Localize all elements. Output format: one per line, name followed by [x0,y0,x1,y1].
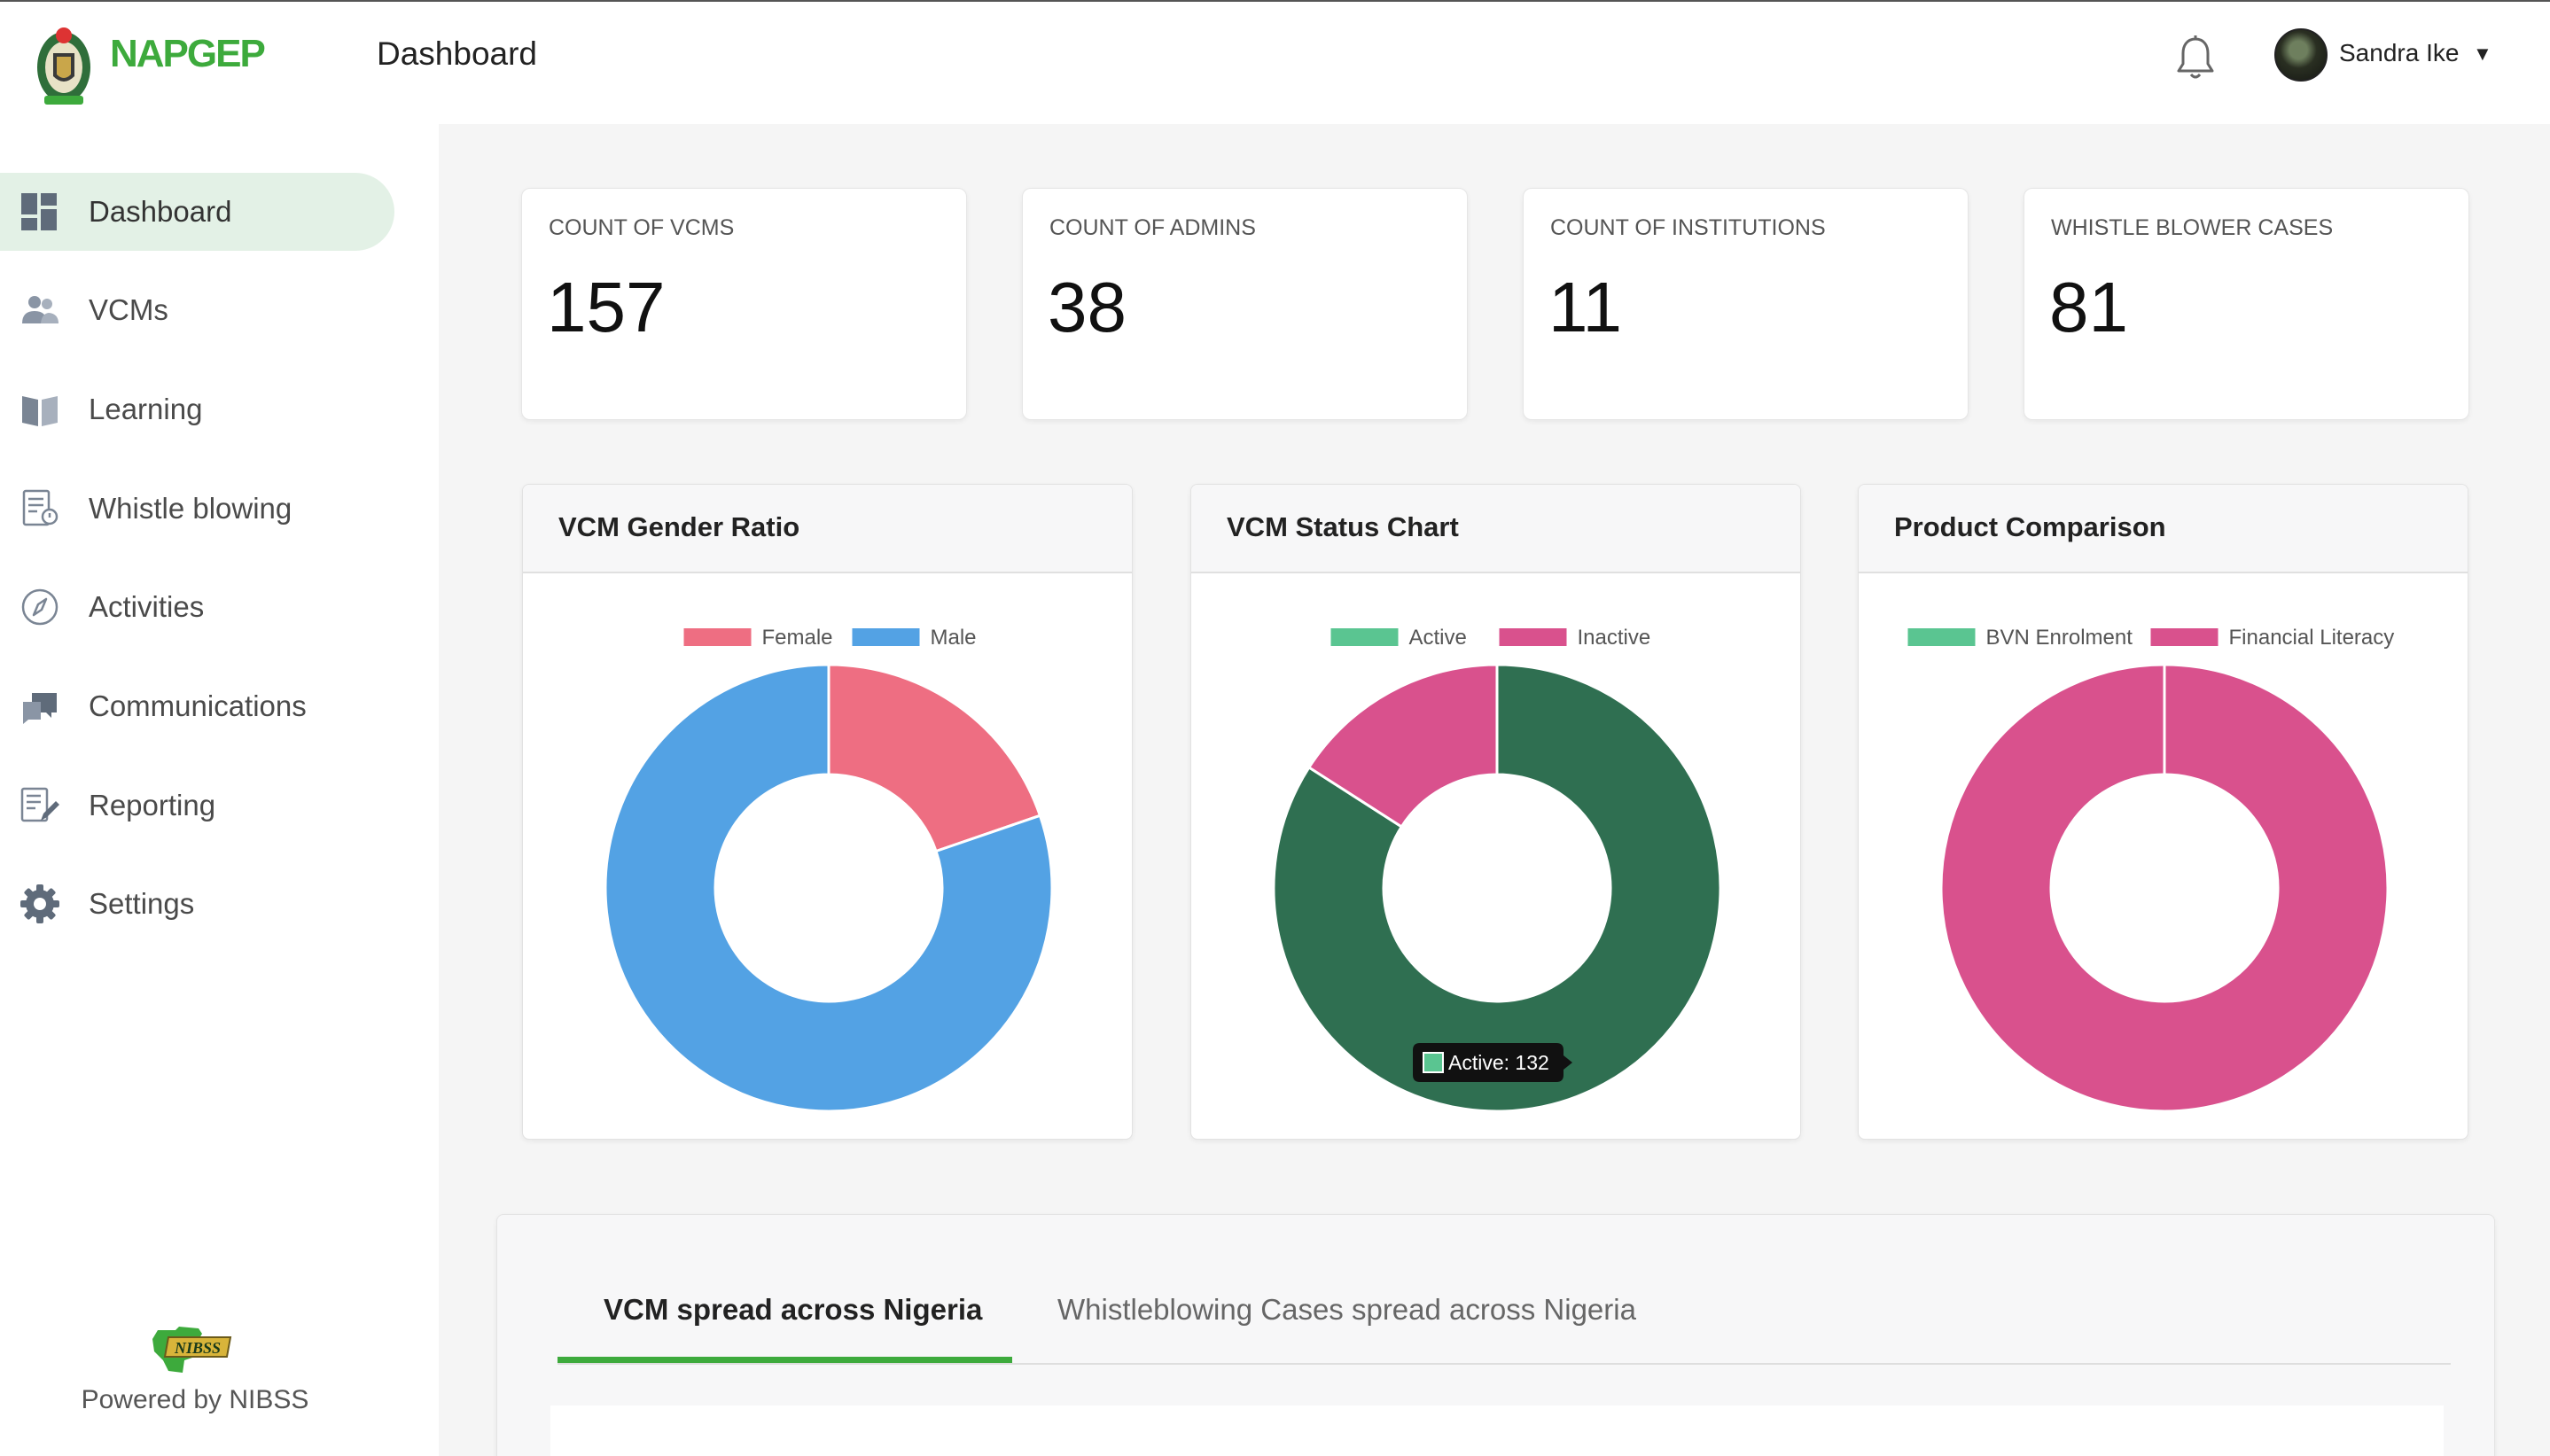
map-tabs-panel: VCM spread across Nigeria Whistleblowing… [496,1214,2495,1456]
sidebar-item-label: Settings [89,887,195,920]
stat-value: 157 [547,268,666,346]
legend-item-inactive[interactable]: Inactive [1499,626,1651,650]
sidebar-item-vcms[interactable]: VCMs [0,271,394,349]
notification-bell-icon[interactable] [2174,34,2217,82]
sidebar-item-learning[interactable]: Learning [0,370,394,448]
legend-swatch [1499,628,1567,646]
chart-header: Product Comparison [1859,485,2468,573]
active-tab-indicator [558,1357,1012,1363]
nibss-logo: NIBSS [152,1327,232,1373]
gear-icon [20,884,59,923]
legend-swatch [1907,628,1976,646]
stat-card-institutions: COUNT OF INSTITUTIONS 11 [1523,188,1969,420]
chart-title: VCM Status Chart [1227,511,1459,542]
slice-female[interactable] [827,663,1042,853]
stat-label: COUNT OF INSTITUTIONS [1550,215,1826,240]
stat-label: WHISTLE BLOWER CASES [2051,215,2334,240]
product-comparison-doughnut-chart[interactable]: BVN Enrolment Financial Literacy [1859,573,2468,1140]
sidebar-item-label: Dashboard [89,195,232,228]
report-document-icon [22,489,58,526]
stat-card-vcms: COUNT OF VCMS 157 [521,188,967,420]
gender-ratio-doughnut-chart[interactable]: Female Male [523,573,1133,1140]
legend-label: Financial Literacy [2229,626,2395,650]
brand-name[interactable]: NAPGEP [110,32,266,76]
sidebar-item-label: Reporting [89,789,216,821]
legend-swatch [1330,628,1399,646]
chart-title: Product Comparison [1894,511,2166,542]
stat-label: COUNT OF ADMINS [1049,215,1256,240]
user-name[interactable]: Sandra Ike [2339,39,2459,67]
tooltip-text: Active: 132 [1448,1051,1549,1074]
dashboard-icon [21,193,57,230]
sidebar-item-settings[interactable]: Settings [0,865,394,943]
tab-whistleblowing-spread[interactable]: Whistleblowing Cases spread across Niger… [1057,1293,1636,1327]
legend-item-female[interactable]: Female [683,626,833,650]
book-icon [22,396,58,426]
legend-item-male[interactable]: Male [852,626,977,650]
legend-label: Female [762,626,833,650]
tab-vcm-spread[interactable]: VCM spread across Nigeria [604,1293,982,1327]
tooltip-swatch [1423,1052,1444,1073]
sidebar-item-label: Activities [89,590,205,623]
stat-value: 38 [1048,268,1127,346]
chart-header: VCM Gender Ratio [523,485,1132,573]
chat-icon [23,693,57,724]
chart-title: VCM Gender Ratio [558,511,800,542]
legend-item-financial-literacy[interactable]: Financial Literacy [2150,626,2395,650]
sidebar: Dashboard VCMs Learning Whistle blowing [0,124,439,1456]
user-menu-chevron-down-icon[interactable]: ▼ [2473,43,2492,66]
tab-divider [558,1363,2451,1365]
chart-card-product-comparison: Product Comparison BVN Enrolment Financia… [1858,484,2468,1140]
legend-swatch [683,628,752,646]
chart-card-gender-ratio: VCM Gender Ratio Female Male [522,484,1133,1140]
sidebar-item-label: VCMs [89,293,168,326]
legend-label: Inactive [1578,626,1651,650]
sidebar-item-label: Whistle blowing [89,492,292,525]
tab-content-area [550,1405,2444,1456]
sidebar-item-whistle-blowing[interactable]: Whistle blowing [0,470,394,548]
sidebar-item-label: Learning [89,393,203,425]
compass-icon [21,588,58,626]
powered-by-text: Powered by NIBSS [81,1385,309,1414]
legend-label: Active [1409,626,1467,650]
user-avatar[interactable] [2274,28,2328,82]
stat-card-admins: COUNT OF ADMINS 38 [1022,188,1468,420]
nibss-logo-text: NIBSS [174,1339,221,1357]
chart-card-status: VCM Status Chart Active Inactive Active: 1… [1190,484,1801,1140]
sidebar-item-dashboard[interactable]: Dashboard [0,173,394,251]
sidebar-item-reporting[interactable]: Reporting [0,767,394,845]
sidebar-item-activities[interactable]: Activities [0,568,394,646]
stat-label: COUNT OF VCMS [549,215,735,240]
legend-swatch [2150,628,2219,646]
stat-value: 81 [2049,268,2128,346]
sidebar-item-label: Communications [89,689,307,722]
sidebar-item-communications[interactable]: Communications [0,667,394,745]
legend-item-active[interactable]: Active [1330,626,1467,650]
edit-document-icon [20,787,59,822]
stat-card-whistle-blower-cases: WHISTLE BLOWER CASES 81 [2024,188,2469,420]
legend-item-bvn-enrolment[interactable]: BVN Enrolment [1907,626,2133,650]
chart-tooltip: Active: 132 [1413,1043,1572,1082]
stat-value: 11 [1548,268,1623,346]
legend-swatch [852,628,920,646]
legend-label: BVN Enrolment [1986,626,2133,650]
page-title: Dashboard [377,35,538,72]
chart-header: VCM Status Chart [1191,485,1800,573]
users-icon [22,296,58,323]
legend-label: Male [931,626,977,650]
status-doughnut-chart[interactable]: Active Inactive Active: 132 [1191,573,1801,1140]
top-bar: NAPGEP Dashboard Sandra Ike ▼ [0,0,2550,124]
